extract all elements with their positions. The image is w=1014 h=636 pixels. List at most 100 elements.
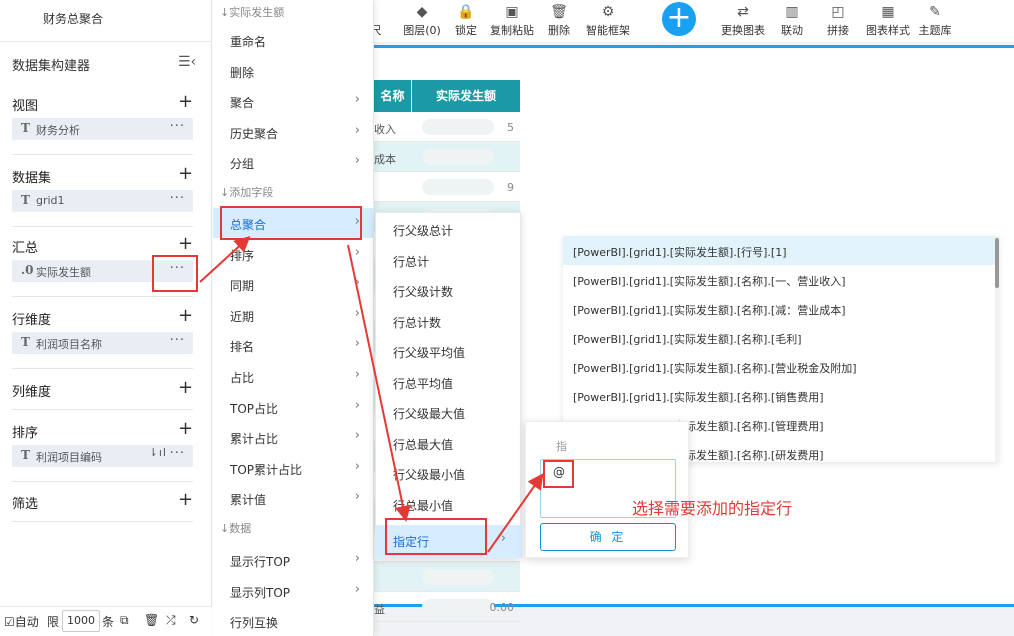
suggestion-item[interactable]: [PowerBI].[grid1].[实际发生额].[名称].[毛利] [563,323,995,352]
submenu-item[interactable]: 行父级最大值 [376,397,522,427]
menu-item-label: TOP占比 [230,401,279,416]
suggestion-item[interactable]: [PowerBI].[grid1].[实际发生额].[名称].[一、营业收入] [563,265,995,294]
blurred-cell [422,599,494,615]
menu-item[interactable]: 近期 › [213,300,374,330]
table-cell: 0.00 [489,601,515,614]
add-button[interactable]: + [662,2,696,36]
menu-item[interactable]: 历史聚合 › [213,117,374,147]
suggestion-scrollbar[interactable] [995,236,999,462]
toolbar-layers-button[interactable]: ◆ 图层(0) [398,0,446,42]
column-header[interactable]: 实际发生额 [411,80,520,112]
menu-item[interactable]: 分组 › [213,147,374,177]
menu-group-label: ↓实际发生额 [220,6,285,19]
menu-item[interactable]: 聚合 › [213,86,374,116]
toolbar-copy-button[interactable]: ▣ 复制粘贴 [486,0,538,42]
submenu-item[interactable]: 行总平均值 [376,367,522,397]
toolbar-chart-style-button[interactable]: ▦ 图表样式 [862,0,914,42]
submenu-item[interactable]: 行总计数 [376,306,522,336]
toolbar-link-button[interactable]: ▥ 联动 [778,0,806,42]
menu-item[interactable]: 累计值 › [213,483,374,513]
submenu-item[interactable]: 行父级最小值 [376,458,522,488]
refresh-icon[interactable]: ↻ [189,613,199,627]
builder-header: 数据集构建器 ☰‹ [0,41,212,83]
toolbar-brush-button[interactable]: ✎ 主题库 [914,0,956,42]
add-icon[interactable]: + [178,235,193,253]
submenu-item[interactable]: 行父级平均值 [376,336,522,366]
toolbar-swap-chart-button[interactable]: ⇄ 更换图表 [718,0,768,42]
sort-desc-icon[interactable]: ⇂ıl [149,446,167,459]
chevron-right-icon: › [354,458,360,474]
menu-group-label: ↓添加字段 [220,186,274,199]
menu-item[interactable]: 排名 › [213,330,374,360]
chevron-right-icon: › [354,153,360,169]
shuffle-icon[interactable]: ⤮ [166,613,176,628]
table-row[interactable] [374,562,520,592]
group-text: 实际发生额 [229,6,285,19]
more-icon[interactable]: ··· [170,446,185,461]
field-chip[interactable]: T 财务分析 ··· [12,118,193,140]
suggestion-item[interactable]: [PowerBI].[grid1].[实际发生额].[行号].[1] [563,236,995,265]
code-icon[interactable]: ⧉ [120,613,129,628]
submenu-item[interactable]: 行总最小值 [376,489,522,519]
submenu-item[interactable]: 行父级计数 [376,275,522,305]
submenu-item[interactable]: 行总计 [376,245,522,275]
suggestion-text: [PowerBI].[grid1].[实际发生额].[名称].[毛利] [573,333,802,346]
add-icon[interactable]: + [178,93,193,111]
collapse-menu-icon[interactable]: ☰‹ [178,54,196,70]
add-icon[interactable]: + [178,307,193,325]
menu-item[interactable]: 重命名 [213,25,374,55]
menu-item[interactable]: 排序 › [213,239,374,269]
menu-item[interactable]: 显示行TOP › [213,545,374,575]
menu-item[interactable]: 显示列TOP › [213,576,374,606]
more-icon[interactable]: ··· [170,333,185,348]
submenu-item[interactable]: 行总最大值 [376,428,522,458]
brush-icon: ✎ [929,4,941,20]
menu-item[interactable]: TOP累计占比 › [213,453,374,483]
field-chip[interactable]: T grid1 ··· [12,190,193,212]
more-icon[interactable]: ··· [170,119,185,134]
toolbar-label: 删除 [548,24,570,37]
add-icon[interactable]: + [178,379,193,397]
toolbar-label: 智能框架 [586,24,630,37]
table-row[interactable]: 9 [374,172,520,202]
field-name: grid1 [36,194,65,207]
confirm-button[interactable]: 确 定 [540,523,676,551]
highlight-specified-row [385,518,487,555]
suggestion-item[interactable]: [PowerBI].[grid1].[实际发生额].[名称].[营业税金及附加] [563,352,995,381]
add-icon[interactable]: + [178,165,193,183]
suggestion-text: [PowerBI].[grid1].[实际发生额].[名称].[一、营业收入] [573,275,846,288]
lock-icon: 🔒 [457,4,475,20]
field-chip[interactable]: T 利润项目名称 ··· [12,332,193,354]
toolbar-merge-button[interactable]: ◰ 拼接 [824,0,852,42]
more-icon[interactable]: ··· [170,191,185,206]
field-chip[interactable]: T 利润项目编码 ⇂ıl ··· [12,445,193,467]
limit-input[interactable]: 1000 [62,610,100,632]
auto-checkbox[interactable]: ☑自动 [4,613,39,630]
table-row[interactable]: 收入 5 [374,112,520,142]
suggestion-item[interactable]: [PowerBI].[grid1].[实际发生额].[名称].[减：营业成本] [563,294,995,323]
toolbar-trash-button[interactable]: 🗑 删除 [544,0,574,42]
field-type-icon: T [21,335,30,349]
column-header[interactable]: 名称 [374,80,411,112]
toolbar-lock-button[interactable]: 🔒 锁定 [452,0,480,42]
divider [12,226,193,227]
chevron-right-icon: › [354,428,360,444]
add-icon[interactable]: + [178,420,193,438]
menu-item[interactable]: 累计占比 › [213,422,374,452]
toolbar-smart-frame-button[interactable]: ⚙ 智能框架 [582,0,634,42]
trash-icon[interactable]: 🗑 [144,613,159,627]
suggestion-item[interactable]: [PowerBI].[grid1].[实际发生额].[名称].[销售费用] [563,381,995,410]
menu-item-label: 排序 [230,248,255,263]
menu-item[interactable]: 行列互换 [213,606,374,636]
menu-item[interactable]: 占比 › [213,361,374,391]
menu-item[interactable]: 同期 › [213,269,374,299]
menu-item-label: 排名 [230,340,255,355]
table-row[interactable]: 益 0.00 [374,592,520,622]
menu-item[interactable]: 删除 [213,56,374,86]
menu-item[interactable]: TOP占比 › [213,392,374,422]
scrollbar-thumb[interactable] [995,238,999,288]
chevron-right-icon: › [354,336,360,352]
table-row[interactable]: 成本 [374,142,520,172]
add-icon[interactable]: + [178,491,193,509]
submenu-item[interactable]: 行父级总计 [376,214,522,244]
